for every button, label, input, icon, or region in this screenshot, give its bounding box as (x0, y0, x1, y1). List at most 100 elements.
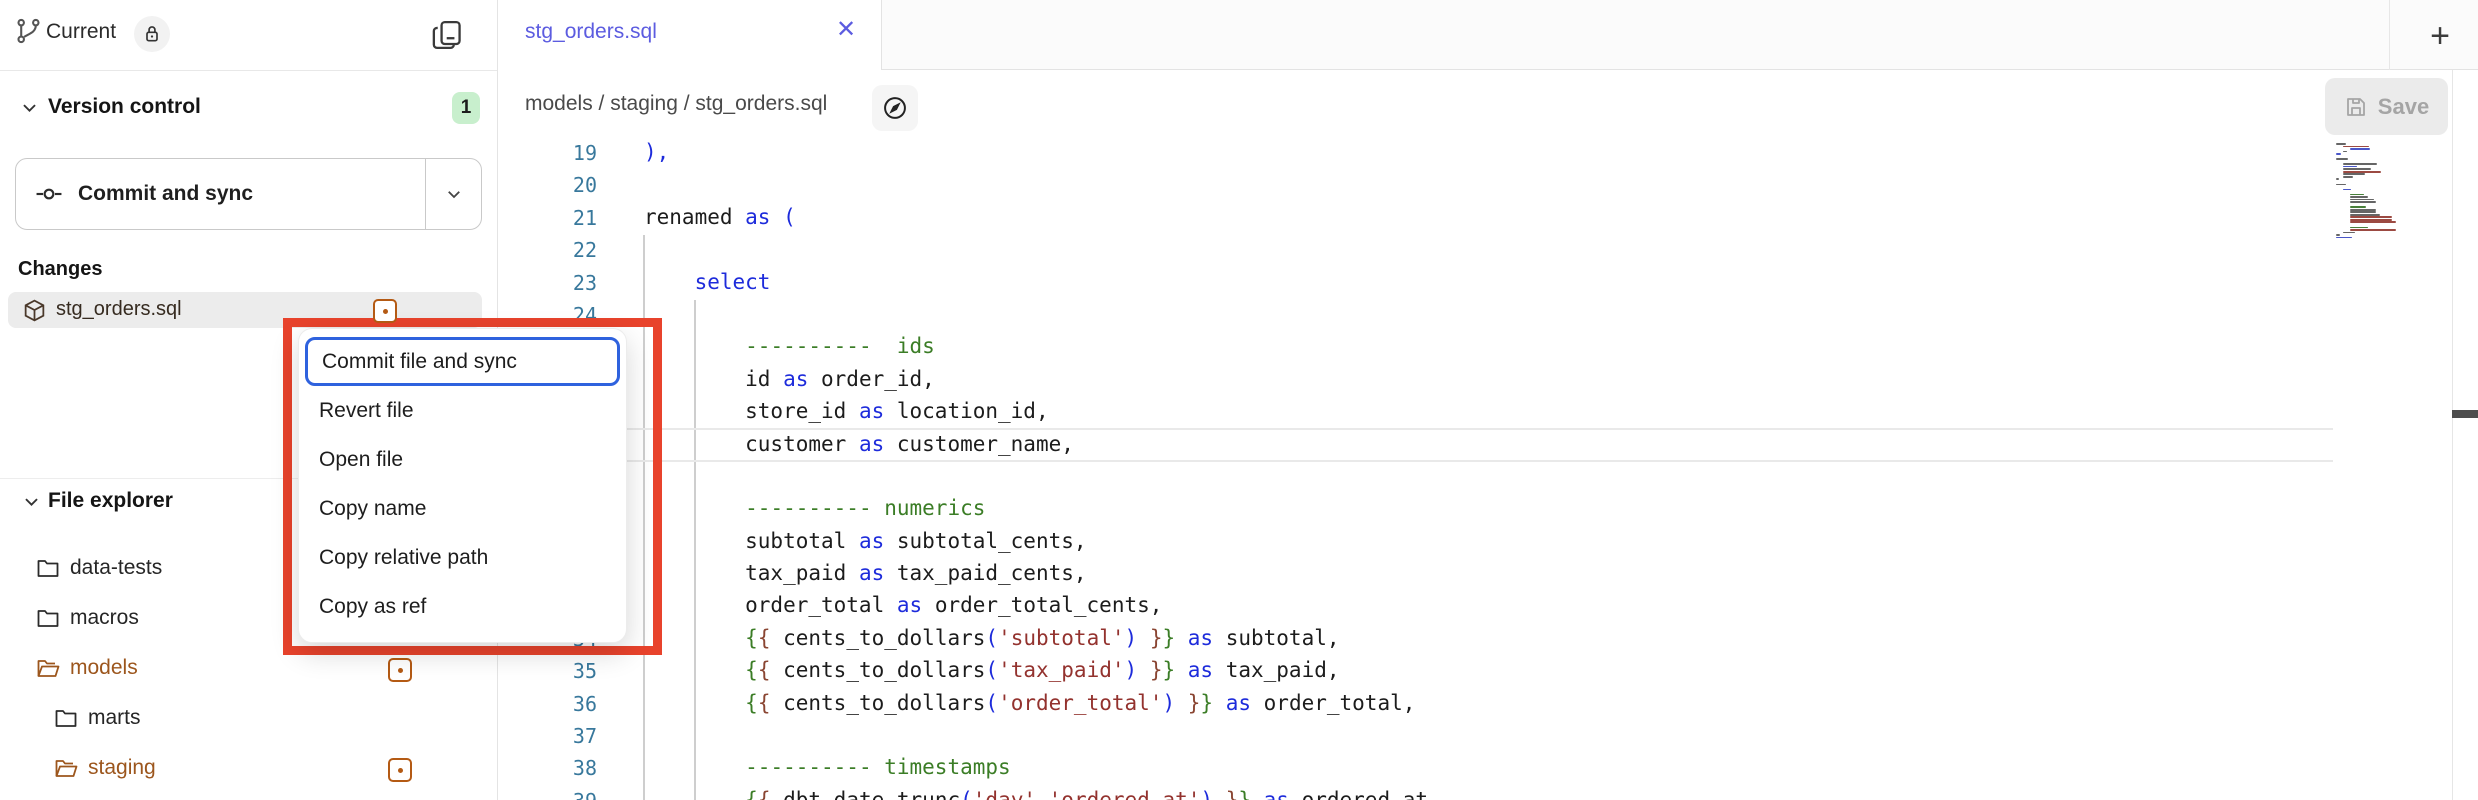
line-number: 36 (498, 692, 597, 716)
code-line-20[interactable]: 20 (498, 170, 2452, 202)
code-editor[interactable]: 19),2021renamed as (2223 select2425 ----… (498, 140, 2452, 800)
code-line-31[interactable]: 31 subtotal as subtotal_cents, (498, 527, 2452, 559)
branch-lock-badge (134, 16, 170, 52)
code-line-29[interactable]: 29 (498, 462, 2452, 494)
code-text: order_total as order_total_cents, (644, 593, 1162, 617)
line-number: 19 (498, 141, 597, 165)
folder-name: macros (70, 606, 139, 630)
new-tab-button[interactable]: + (2418, 16, 2462, 56)
code-line-37[interactable]: 37 (498, 721, 2452, 753)
folder-name: data-tests (70, 556, 162, 580)
copy-icon (430, 17, 466, 53)
menu-item-open-file[interactable]: Open file (305, 435, 620, 484)
modified-dot-badge (388, 758, 412, 782)
editor-right-divider (2452, 70, 2453, 800)
changes-heading: Changes (18, 258, 102, 281)
code-text: {{ cents_to_dollars('order_total') }} as… (644, 691, 1415, 715)
save-label: Save (2378, 94, 2429, 120)
code-line-36[interactable]: 36 {{ cents_to_dollars('order_total') }}… (498, 689, 2452, 721)
copy-branch-button[interactable] (420, 15, 476, 55)
tab-close-icon[interactable]: ✕ (836, 18, 856, 42)
folder-closed-icon (36, 557, 60, 579)
code-line-28[interactable]: 28 customer as customer_name, (498, 430, 2452, 462)
code-line-33[interactable]: 33 order_total as order_total_cents, (498, 591, 2452, 623)
git-branch-icon (16, 17, 41, 45)
git-commit-icon (34, 181, 64, 207)
line-number: 38 (498, 756, 597, 780)
tab-label: stg_orders.sql (525, 20, 657, 44)
code-text: {{ cents_to_dollars('subtotal') }} as su… (644, 626, 1340, 650)
code-line-35[interactable]: 35 {{ cents_to_dollars('tax_paid') }} as… (498, 656, 2452, 688)
code-text: ), (644, 140, 669, 164)
breadcrumb: models / staging / stg_orders.sql (525, 92, 827, 116)
line-number: 37 (498, 724, 597, 748)
code-line-30[interactable]: 30 ---------- numerics (498, 494, 2452, 526)
code-text: select (644, 270, 770, 294)
tab-bar: stg_orders.sql ✕ + (498, 0, 2478, 70)
changes-count-badge: 1 (452, 92, 480, 124)
commit-options-dropdown[interactable] (425, 159, 481, 229)
context-menu: Commit file and syncRevert fileOpen file… (298, 328, 627, 643)
code-line-21[interactable]: 21 renamed as ( (498, 203, 2452, 235)
code-text: customer as customer_name, (644, 432, 1074, 456)
code-text: subtotal as subtotal_cents, (644, 529, 1087, 553)
code-text: ---------- numerics (644, 496, 985, 520)
code-text: id as order_id, (644, 367, 935, 391)
tabbar-divider (2389, 0, 2390, 70)
commit-and-sync-button[interactable]: Commit and sync (15, 158, 482, 230)
menu-item-copy-relative-path[interactable]: Copy relative path (305, 533, 620, 582)
version-control-title[interactable]: Version control (48, 95, 201, 119)
line-number: 22 (498, 238, 597, 262)
compass-icon (881, 94, 909, 122)
code-text: {{ dbt.date_trunc('day','ordered_at') }}… (644, 788, 1428, 800)
line-number: 24 (498, 303, 597, 327)
save-button[interactable]: Save (2325, 78, 2448, 135)
folder-name: marts (88, 706, 141, 730)
file-tree-folder-models[interactable]: models (0, 643, 497, 693)
changed-file-row[interactable]: stg_orders.sql (8, 292, 482, 328)
code-line-26[interactable]: 26 id as order_id, (498, 365, 2452, 397)
code-text: renamed as ( (644, 205, 796, 229)
file-explorer-title[interactable]: File explorer (48, 489, 173, 513)
file-explorer-chevron-icon[interactable] (22, 492, 41, 511)
breadcrumb-bar: models / staging / stg_orders.sql Save (498, 70, 2478, 140)
file-tree-folder-staging[interactable]: staging (0, 743, 497, 793)
code-line-32[interactable]: 32 tax_paid as tax_paid_cents, (498, 559, 2452, 591)
code-text: ---------- ids (644, 334, 935, 358)
code-text: tax_paid as tax_paid_cents, (644, 561, 1087, 585)
changed-file-name: stg_orders.sql (56, 298, 182, 321)
code-line-23[interactable]: 23 select (498, 268, 2452, 300)
code-line-22[interactable]: 22 (498, 235, 2452, 267)
menu-item-copy-name[interactable]: Copy name (305, 484, 620, 533)
file-tree-folder-marts[interactable]: marts (0, 693, 497, 743)
commit-and-sync-main[interactable]: Commit and sync (16, 159, 441, 229)
minimap[interactable] (2336, 143, 2448, 239)
model-file-icon (22, 298, 47, 323)
lineage-button[interactable] (872, 85, 918, 131)
line-number: 21 (498, 206, 597, 230)
code-line-25[interactable]: 25 ---------- ids (498, 332, 2452, 364)
modified-dot-badge (388, 658, 412, 682)
line-number: 39 (498, 789, 597, 800)
menu-item-copy-as-ref[interactable]: Copy as ref (305, 582, 620, 631)
code-line-38[interactable]: 38 ---------- timestamps (498, 753, 2452, 785)
tab-stg-orders[interactable]: stg_orders.sql ✕ (498, 0, 882, 70)
folder-closed-icon (36, 607, 60, 629)
version-control-chevron-icon[interactable] (20, 98, 39, 117)
code-line-39[interactable]: 39 {{ dbt.date_trunc('day','ordered_at')… (498, 786, 2452, 800)
code-text: ---------- timestamps (644, 755, 1011, 779)
code-line-27[interactable]: 27 store_id as location_id, (498, 397, 2452, 429)
branch-name[interactable]: Current (46, 20, 116, 44)
code-line-19[interactable]: 19), (498, 138, 2452, 170)
code-line-34[interactable]: 34 {{ cents_to_dollars('subtotal') }} as… (498, 624, 2452, 656)
code-text: {{ cents_to_dollars('tax_paid') }} as ta… (644, 658, 1340, 682)
code-text: store_id as location_id, (644, 399, 1049, 423)
folder-open-icon (36, 657, 60, 679)
line-number: 35 (498, 659, 597, 683)
code-lines: 19),2021renamed as (2223 select2425 ----… (498, 138, 2452, 800)
menu-item-commit-file-and-sync[interactable]: Commit file and sync (305, 337, 620, 386)
scroll-position-marker (2452, 410, 2478, 418)
code-line-24[interactable]: 24 (498, 300, 2452, 332)
menu-item-revert-file[interactable]: Revert file (305, 386, 620, 435)
branch-bar: Current (0, 0, 497, 71)
